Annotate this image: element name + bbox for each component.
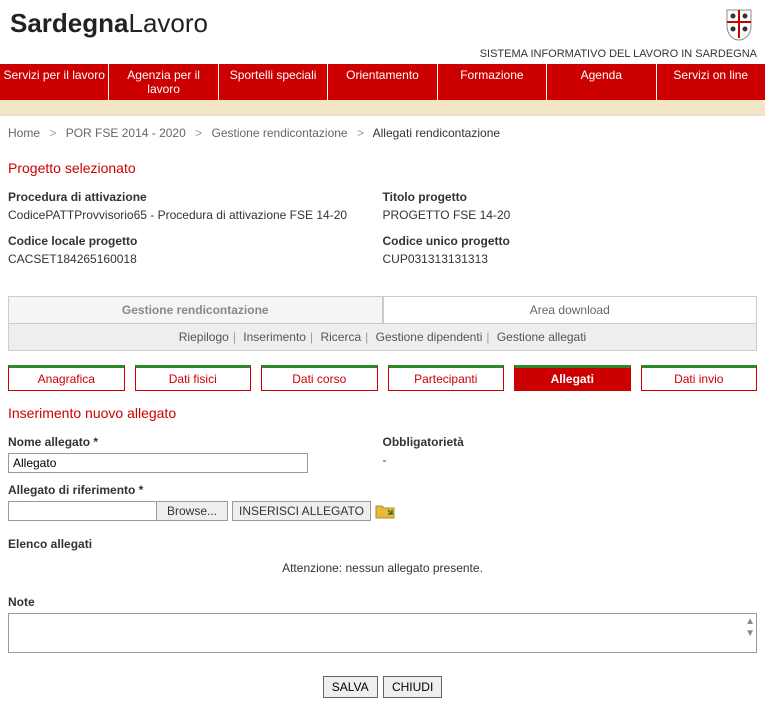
proc-value: CodicePATTProvvisorio65 - Procedura di a…: [8, 208, 383, 222]
nav-servizi-lavoro[interactable]: Servizi per il lavoro: [0, 64, 109, 100]
breadcrumb-current: Allegati rendicontazione: [373, 126, 500, 140]
subnav: Riepilogo| Inserimento| Ricerca| Gestion…: [8, 324, 757, 351]
allegato-rif-label: Allegato di riferimento *: [8, 483, 757, 497]
scroll-up-icon[interactable]: ▲: [745, 617, 755, 627]
tab-area-download[interactable]: Area download: [383, 296, 758, 324]
stripe: [0, 100, 765, 116]
codloc-label: Codice locale progetto: [8, 234, 383, 248]
proc-label: Procedura di attivazione: [8, 190, 383, 204]
codun-label: Codice unico progetto: [383, 234, 758, 248]
pill-dati-invio[interactable]: Dati invio: [641, 365, 758, 391]
codloc-value: CACSET184265160018: [8, 252, 383, 266]
tagline: SISTEMA INFORMATIVO DEL LAVORO IN SARDEG…: [0, 48, 765, 64]
inserisci-allegato-button[interactable]: INSERISCI ALLEGATO: [232, 501, 371, 521]
pill-allegati[interactable]: Allegati: [514, 365, 631, 391]
chiudi-button[interactable]: CHIUDI: [383, 676, 442, 698]
breadcrumb-gestione[interactable]: Gestione rendicontazione: [212, 126, 348, 140]
pill-dati-corso[interactable]: Dati corso: [261, 365, 378, 391]
breadcrumb: Home > POR FSE 2014 - 2020 > Gestione re…: [0, 116, 765, 150]
titolo-value: PROGETTO FSE 14-20: [383, 208, 758, 222]
pill-anagrafica[interactable]: Anagrafica: [8, 365, 125, 391]
main-nav: Servizi per il lavoro Agenzia per il lav…: [0, 64, 765, 100]
scroll-down-icon[interactable]: ▼: [745, 629, 755, 639]
pill-dati-fisici[interactable]: Dati fisici: [135, 365, 252, 391]
obbligatorieta-label: Obbligatorietà: [383, 435, 758, 449]
logo: SardegnaLavoro: [10, 8, 208, 39]
browse-button[interactable]: Browse...: [156, 502, 227, 520]
nav-sportelli[interactable]: Sportelli speciali: [219, 64, 328, 100]
subnav-ricerca[interactable]: Ricerca: [320, 330, 361, 344]
obbligatorieta-value: -: [383, 453, 758, 467]
file-path[interactable]: [9, 502, 156, 520]
pill-tabs: Anagrafica Dati fisici Dati corso Partec…: [8, 365, 757, 391]
breadcrumb-home[interactable]: Home: [8, 126, 40, 140]
subnav-inserimento[interactable]: Inserimento: [243, 330, 306, 344]
note-textarea[interactable]: [8, 613, 757, 653]
nav-servizi-online[interactable]: Servizi on line: [657, 64, 765, 100]
nome-allegato-label: Nome allegato *: [8, 435, 383, 449]
subnav-allegati[interactable]: Gestione allegati: [497, 330, 586, 344]
note-label: Note: [8, 595, 757, 609]
subnav-riepilogo[interactable]: Riepilogo: [179, 330, 229, 344]
nome-allegato-input[interactable]: [8, 453, 308, 473]
breadcrumb-por[interactable]: POR FSE 2014 - 2020: [66, 126, 186, 140]
subnav-dipendenti[interactable]: Gestione dipendenti: [376, 330, 483, 344]
crest-icon: [723, 8, 755, 44]
codun-value: CUP031313131313: [383, 252, 758, 266]
tab-gestione-rendicontazione[interactable]: Gestione rendicontazione: [8, 296, 383, 324]
form-title: Inserimento nuovo allegato: [8, 405, 757, 421]
pill-partecipanti[interactable]: Partecipanti: [388, 365, 505, 391]
titolo-label: Titolo progetto: [383, 190, 758, 204]
nav-formazione[interactable]: Formazione: [438, 64, 547, 100]
elenco-allegati-label: Elenco allegati: [8, 537, 757, 551]
folder-icon: [375, 503, 395, 519]
salva-button[interactable]: SALVA: [323, 676, 378, 698]
no-attachments-message: Attenzione: nessun allegato presente.: [8, 561, 757, 575]
nav-agenzia-lavoro[interactable]: Agenzia per il lavoro: [109, 64, 218, 100]
nav-agenda[interactable]: Agenda: [547, 64, 656, 100]
nav-orientamento[interactable]: Orientamento: [328, 64, 437, 100]
section-progetto-title: Progetto selezionato: [8, 160, 757, 176]
